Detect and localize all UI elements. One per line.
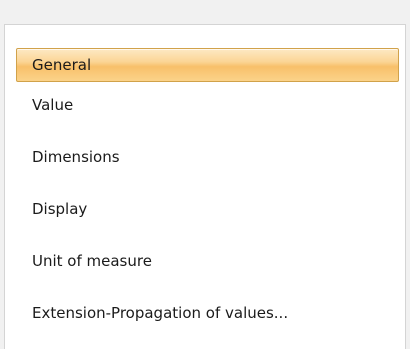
category-list: General Value Dimensions Display Unit of… [5,25,405,349]
properties-category-panel: General Value Dimensions Display Unit of… [4,24,406,349]
category-item-unit-of-measure[interactable]: Unit of measure [16,244,399,278]
category-item-dimensions[interactable]: Dimensions [16,140,399,174]
category-item-display[interactable]: Display [16,192,399,226]
category-item-general[interactable]: General [16,48,399,82]
category-item-value[interactable]: Value [16,88,399,122]
category-item-extension-propagation[interactable]: Extension-Propagation of values... [16,296,399,330]
